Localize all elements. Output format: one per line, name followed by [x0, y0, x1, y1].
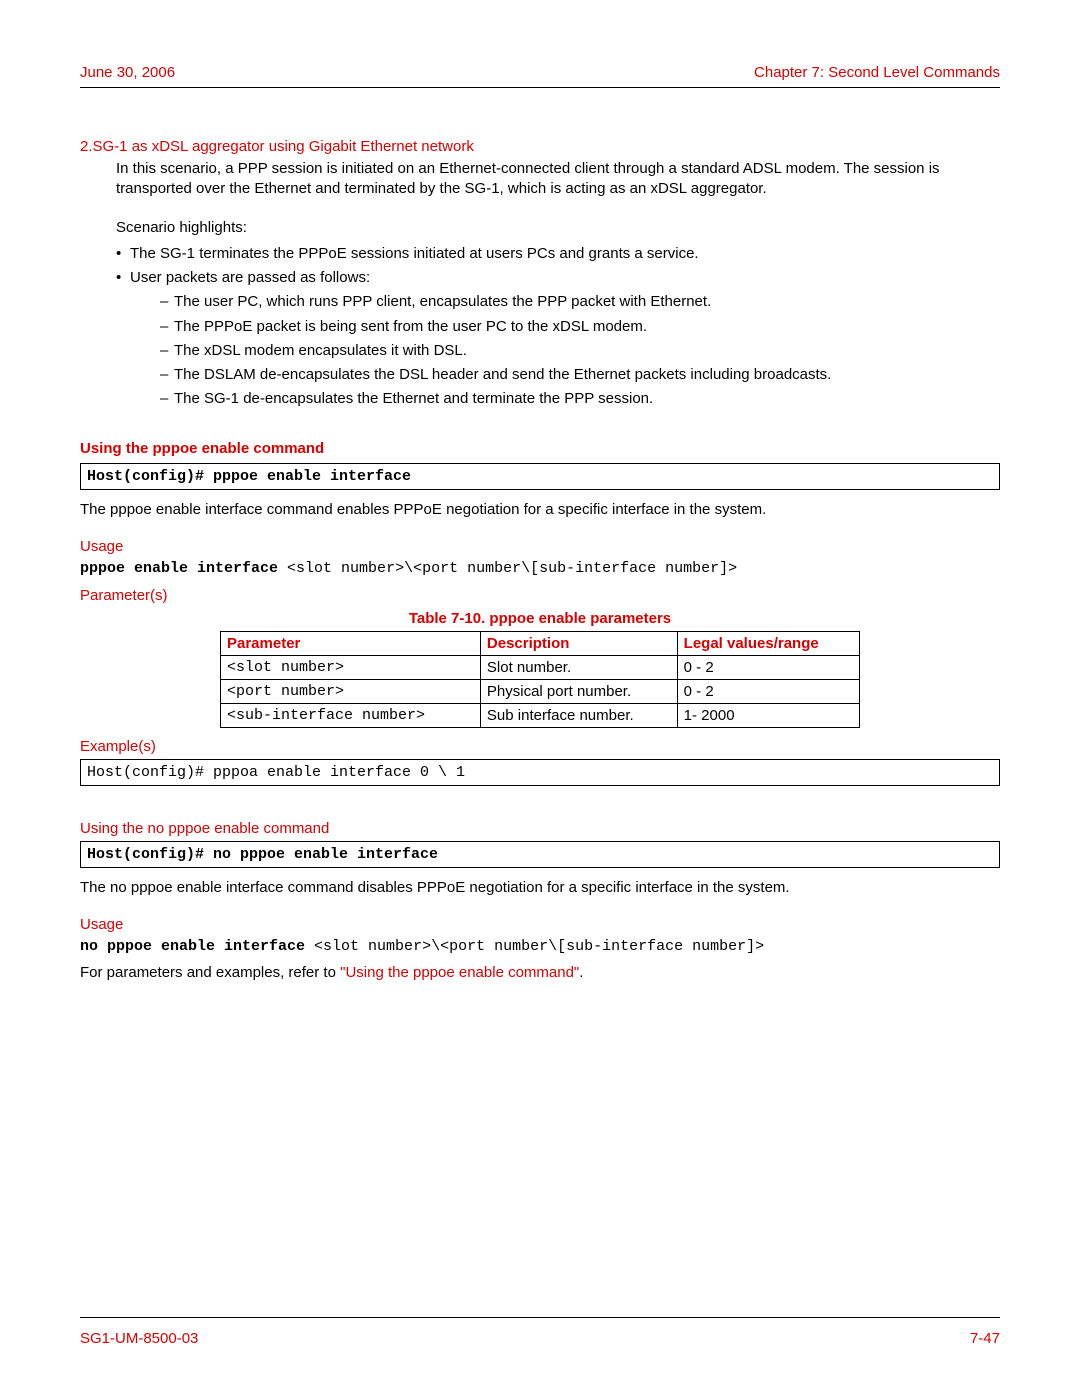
noenable-usage-syntax: no pppoe enable interface <slot number>\… — [80, 937, 1000, 955]
cell-r1: 0 - 2 — [677, 679, 859, 703]
table-row: <slot number> Slot number. 0 - 2 — [221, 655, 860, 679]
enable-params-label: Parameter(s) — [80, 587, 1000, 604]
cell-p0: <slot number> — [221, 655, 481, 679]
enable-example-code: Host(config)# pppoa enable interface 0 \… — [80, 759, 1000, 786]
noenable-usage-bold: no pppoe enable interface — [80, 938, 314, 955]
cell-d0: Slot number. — [480, 655, 677, 679]
params-table: Parameter Description Legal values/range… — [220, 631, 860, 728]
cell-p1: <port number> — [221, 679, 481, 703]
footer-page: 7-47 — [970, 1330, 1000, 1347]
scenario-title: SG-1 as xDSL aggregator using Gigabit Et… — [93, 138, 474, 155]
enable-cmd: Host(config)# pppoe enable interface — [80, 463, 1000, 490]
scenario-body: In this scenario, a PPP session is initi… — [116, 159, 1000, 200]
table-row: <port number> Physical port number. 0 - … — [221, 679, 860, 703]
enable-usage-bold: pppoe enable interface — [80, 560, 287, 577]
noenable-usage-label: Usage — [80, 916, 1000, 933]
dash-2: The xDSL modem encapsulates it with DSL. — [160, 341, 1000, 361]
footer-doc: SG1-UM-8500-03 — [80, 1330, 198, 1347]
header-chapter: Chapter 7: Second Level Commands — [754, 64, 1000, 81]
bullet-0: The SG-1 terminates the PPPoE sessions i… — [116, 244, 1000, 264]
header-date: June 30, 2006 — [80, 64, 175, 81]
bullet-1-text: User packets are passed as follows: — [130, 269, 370, 286]
cell-p2: <sub-interface number> — [221, 703, 481, 727]
footer-rule — [80, 1317, 1000, 1318]
dash-3: The DSLAM de-encapsulates the DSL header… — [160, 365, 1000, 385]
cell-r0: 0 - 2 — [677, 655, 859, 679]
scenario-number: 2. — [80, 138, 93, 155]
th-parameter: Parameter — [221, 631, 481, 655]
cell-r2: 1- 2000 — [677, 703, 859, 727]
noenable-ref-link[interactable]: "Using the pppoe enable command" — [340, 964, 579, 981]
noenable-cmd: Host(config)# no pppoe enable interface — [80, 841, 1000, 868]
cell-d2: Sub interface number. — [480, 703, 677, 727]
noenable-ref-suffix: . — [579, 964, 583, 981]
noenable-desc: The no pppoe enable interface command di… — [80, 878, 1000, 898]
enable-examples-label: Example(s) — [80, 738, 1000, 755]
enable-desc: The pppoe enable interface command enabl… — [80, 500, 1000, 520]
cell-d1: Physical port number. — [480, 679, 677, 703]
table-caption: Table 7-10. pppoe enable parameters — [80, 610, 1000, 627]
noenable-heading: Using the no pppoe enable command — [80, 820, 1000, 837]
scenario-highlights-label: Scenario highlights: — [116, 218, 1000, 238]
th-range: Legal values/range — [677, 631, 859, 655]
enable-usage-syntax: pppoe enable interface <slot number>\<po… — [80, 559, 1000, 577]
dash-0: The user PC, which runs PPP client, enca… — [160, 292, 1000, 312]
dash-4: The SG-1 de-encapsulates the Ethernet an… — [160, 389, 1000, 409]
table-row: <sub-interface number> Sub interface num… — [221, 703, 860, 727]
noenable-ref-prefix: For parameters and examples, refer to — [80, 964, 340, 981]
bullet-1: User packets are passed as follows: The … — [116, 268, 1000, 410]
enable-heading: Using the pppoe enable command — [80, 440, 1000, 457]
noenable-usage-rest: <slot number>\<port number\[sub-interfac… — [314, 938, 764, 955]
enable-usage-label: Usage — [80, 538, 1000, 555]
dash-1: The PPPoE packet is being sent from the … — [160, 317, 1000, 337]
enable-usage-rest: <slot number>\<port number\[sub-interfac… — [287, 560, 737, 577]
noenable-ref-line: For parameters and examples, refer to "U… — [80, 963, 1000, 983]
scenario-title-line: 2.SG-1 as xDSL aggregator using Gigabit … — [80, 138, 1000, 155]
th-description: Description — [480, 631, 677, 655]
